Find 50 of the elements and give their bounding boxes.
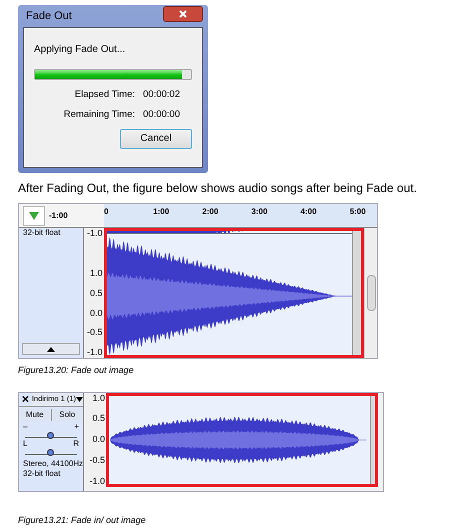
solo-button[interactable]: Solo (52, 408, 83, 420)
scale-label: 0.5 (90, 288, 103, 298)
figure-caption: Figure13.20: Fade out image (18, 364, 135, 377)
scale-label: 0.0 (92, 435, 105, 444)
scale-label: -0.5 (89, 456, 105, 465)
mute-button[interactable]: Mute (19, 408, 52, 420)
slider-track[interactable] (25, 448, 77, 454)
slider-track[interactable] (25, 430, 77, 438)
ruler-label: 3:00 (251, 206, 268, 218)
ruler-label: 4:00 (300, 206, 317, 218)
triangle-down-icon (29, 212, 39, 220)
play-head-button[interactable] (23, 206, 45, 226)
scale-label: -1.0 (87, 229, 103, 238)
slider-max-label: R (73, 440, 79, 448)
ruler-label: -1:00 (49, 210, 68, 222)
ruler-label: 1:00 (153, 206, 170, 218)
scale-label: -1.0 (89, 476, 105, 486)
scale-label: 1.0 (90, 269, 103, 278)
figure-caption: Figure13.21: Fade in/ out image (18, 514, 147, 527)
body-paragraph: After Fading Out, the figure below shows audio songs after being Fade out. (18, 180, 418, 197)
ruler-label: 5:00 (350, 206, 366, 218)
slider-thumb[interactable] (47, 432, 54, 438)
ruler-label: 0 (104, 206, 108, 218)
ruler-label: 2:00 (202, 206, 218, 218)
cancel-button[interactable]: Cancel (120, 128, 192, 148)
scale-label: 1.0 (92, 394, 105, 402)
time-label: Remaining Time: (62, 108, 135, 122)
close-button[interactable] (163, 6, 203, 22)
caret-icon (76, 396, 83, 402)
scale-label: 0.0 (90, 308, 103, 318)
slider-min-label: – (23, 422, 28, 430)
track-info-text: 32-bit float (23, 228, 62, 238)
triangle-up-icon (46, 346, 55, 352)
collapse-button[interactable] (22, 343, 80, 355)
slider-min-label: L (23, 440, 28, 448)
timeline-ruler[interactable]: 0 1:00 2:00 3:00 4:00 5:00 (104, 204, 377, 227)
time-label: Elapsed Time: (74, 88, 135, 102)
scroll-bar[interactable] (364, 228, 377, 358)
time-value: 00:00:00 (142, 108, 180, 122)
slider-thumb[interactable] (47, 448, 54, 456)
track-info-text: 32-bit float (23, 468, 62, 478)
time-value: 00:00:02 (142, 88, 180, 102)
slider-max-label: + (74, 422, 79, 430)
close-icon[interactable] (21, 394, 30, 404)
close-icon (179, 10, 187, 18)
scale-label: -0.5 (87, 328, 103, 338)
scale-label: -1.0 (87, 348, 103, 357)
window-title: Fade Out (25, 8, 72, 24)
scale-label: 0.5 (92, 414, 105, 424)
status-message: Applying Fade Out... (34, 43, 126, 57)
